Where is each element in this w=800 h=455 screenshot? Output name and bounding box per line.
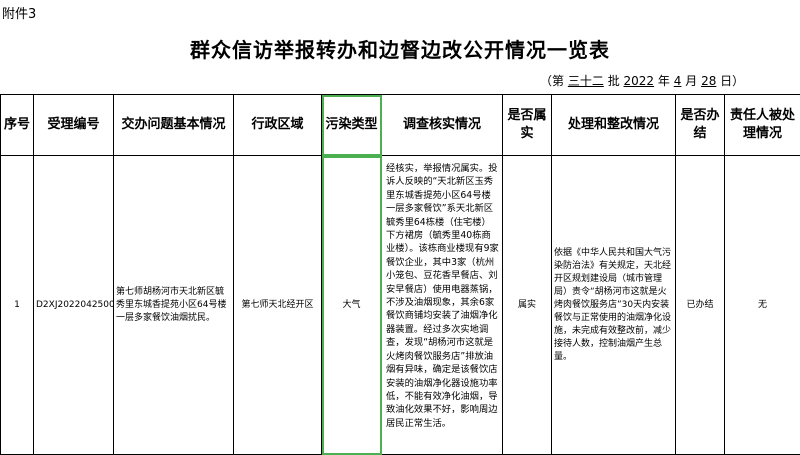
cell-investigation: 经核实，举报情况属实。投诉人反映的“天北新区玉秀里东城香提苑小区64号楼一层多家… <box>382 156 503 455</box>
header-region: 行政区域 <box>234 95 322 156</box>
header-investigation: 调查核实情况 <box>382 95 503 156</box>
investigation-text: 经核实，举报情况属实。投诉人反映的“天北新区玉秀里东城香提苑小区64号楼一层多家… <box>386 162 500 448</box>
cell-is-true: 属实 <box>503 156 552 455</box>
cell-index: 1 <box>1 156 34 455</box>
header-pollution-type: 污染类型 <box>322 95 382 156</box>
header-case-id: 受理编号 <box>34 95 114 156</box>
header-rectification: 处理和整改情况 <box>552 95 676 156</box>
batch-month: 4 <box>674 74 682 88</box>
batch-day: 28 <box>701 74 716 88</box>
table-header-row: 序号 受理编号 交办问题基本情况 行政区域 污染类型 调查核实情况 是否属实 处… <box>1 95 800 156</box>
header-issue: 交办问题基本情况 <box>114 95 234 156</box>
case-table: 序号 受理编号 交办问题基本情况 行政区域 污染类型 调查核实情况 是否属实 处… <box>0 94 800 455</box>
header-is-closed: 是否办结 <box>676 95 725 156</box>
table-row: 1 D2XJ202204250032 第七师胡杨河市天北新区毓秀里东城香提苑小区… <box>1 156 800 455</box>
batch-close: 日） <box>720 74 744 88</box>
batch-number: 三十二 <box>568 74 604 88</box>
cell-issue: 第七师胡杨河市天北新区毓秀里东城香提苑小区64号楼一层多家餐饮油烟扰民。 <box>114 156 234 455</box>
batch-year-word: 年 <box>658 74 670 88</box>
attachment-label: 附件3 <box>2 3 36 22</box>
cell-region: 第七师天北经开区 <box>234 156 322 455</box>
cell-is-closed: 已办结 <box>676 156 725 455</box>
header-is-true: 是否属实 <box>503 95 552 156</box>
batch-word: 批 <box>608 74 620 88</box>
batch-open: （第 <box>540 74 564 88</box>
cell-rectification: 依据《中华人民共和国大气污染防治法》有关规定，天北经开区规划建设局（城市管理局）… <box>552 156 676 455</box>
batch-info: （第 三十二 批 2022 年 4 月 28 日） <box>540 72 744 89</box>
cell-responsible: 无 <box>725 156 800 455</box>
page-title: 群众信访举报转办和边督边改公开情况一览表 <box>0 34 800 63</box>
cell-case-id: D2XJ202204250032 <box>34 156 114 455</box>
header-index: 序号 <box>1 95 34 156</box>
cell-pollution-type[interactable]: 大气 <box>322 156 382 455</box>
batch-month-word: 月 <box>685 74 697 88</box>
header-responsible: 责任人被处理情况 <box>725 95 800 156</box>
batch-year: 2022 <box>624 74 655 88</box>
